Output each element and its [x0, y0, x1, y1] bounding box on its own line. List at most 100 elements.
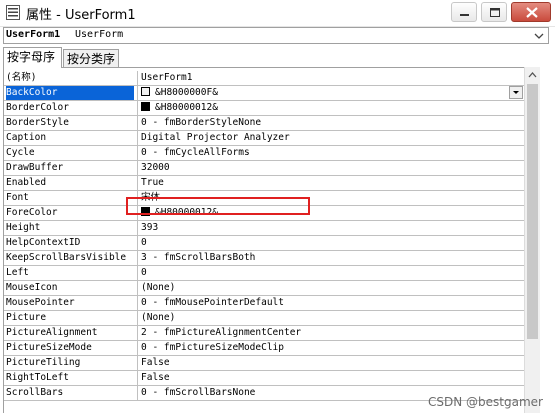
property-value-text: (None): [141, 312, 176, 323]
chevron-down-icon[interactable]: [532, 29, 546, 42]
property-value[interactable]: &H80000012&: [137, 101, 525, 115]
property-value[interactable]: 0: [137, 266, 525, 280]
property-name: Height: [6, 222, 41, 233]
property-value-text: UserForm1: [141, 72, 193, 83]
property-name: ScrollBars: [6, 387, 64, 398]
property-value-text: 宋体: [141, 192, 161, 203]
property-value-text: 0 - fmScrollBarsNone: [141, 387, 256, 398]
property-value[interactable]: 3 - fmScrollBarsBoth: [137, 251, 525, 265]
property-name: Font: [6, 192, 29, 203]
property-row[interactable]: Font 宋体: [4, 191, 525, 206]
property-value-text: 393: [141, 222, 159, 233]
property-row[interactable]: RightToLeft False: [4, 371, 525, 386]
property-row[interactable]: PictureTiling False: [4, 356, 525, 371]
property-name: MousePointer: [6, 297, 75, 308]
property-name: ForeColor: [6, 207, 58, 218]
title-bar: 属性 - UserForm1: [0, 0, 555, 27]
property-row[interactable]: ForeColor &H80000012&: [4, 206, 525, 221]
tab-alphabetic[interactable]: 按字母序: [3, 47, 62, 68]
property-value[interactable]: 0 - fmPictureSizeModeClip: [137, 341, 525, 355]
property-value[interactable]: Digital Projector Analyzer: [137, 131, 525, 145]
property-row[interactable]: BorderColor &H80000012&: [4, 101, 525, 116]
property-name: Picture: [6, 312, 47, 323]
property-row[interactable]: KeepScrollBarsVisible 3 - fmScrollBarsBot…: [4, 251, 525, 266]
property-name: KeepScrollBarsVisible: [6, 252, 127, 263]
color-swatch: [141, 207, 150, 216]
property-value-text: &H80000012&: [155, 207, 218, 218]
property-name: HelpContextID: [6, 237, 81, 248]
scroll-up-arrow-icon[interactable]: [525, 67, 540, 83]
property-value[interactable]: (None): [137, 281, 525, 295]
property-name: MouseIcon: [6, 282, 58, 293]
property-value[interactable]: UserForm1: [137, 71, 525, 85]
property-value-text: &H8000000F&: [155, 87, 218, 98]
minimize-button[interactable]: [451, 2, 477, 22]
property-name: PictureTiling: [6, 357, 81, 368]
property-name: DrawBuffer: [6, 162, 64, 173]
property-value[interactable]: 0 - fmBorderStyleNone: [137, 116, 525, 130]
property-row[interactable]: PictureSizeMode 0 - fmPictureSizeModeClip: [4, 341, 525, 356]
scrollbar-thumb[interactable]: [527, 84, 538, 339]
vertical-scrollbar[interactable]: [524, 67, 540, 413]
property-row[interactable]: PictureAlignment 2 - fmPictureAlignmentCe…: [4, 326, 525, 341]
property-value[interactable]: 2 - fmPictureAlignmentCenter: [137, 326, 525, 340]
value-dropdown-button[interactable]: [509, 86, 523, 99]
property-name: RightToLeft: [6, 372, 69, 383]
property-value[interactable]: (None): [137, 311, 525, 325]
property-row[interactable]: Enabled True: [4, 176, 525, 191]
property-row[interactable]: Caption Digital Projector Analyzer: [4, 131, 525, 146]
property-value-text: 2 - fmPictureAlignmentCenter: [141, 327, 302, 338]
property-row[interactable]: MouseIcon (None): [4, 281, 525, 296]
property-row[interactable]: Picture (None): [4, 311, 525, 326]
property-value-text: False: [141, 357, 170, 368]
maximize-button[interactable]: [481, 2, 507, 22]
property-value[interactable]: True: [137, 176, 525, 190]
minimize-icon: [460, 14, 469, 16]
object-selector[interactable]: UserForm1 UserForm: [3, 27, 549, 44]
close-button[interactable]: [511, 2, 551, 22]
property-row[interactable]: Cycle 0 - fmCycleAllForms: [4, 146, 525, 161]
watermark: CSDN @bestgamer: [428, 395, 543, 409]
object-type: UserForm: [75, 29, 124, 40]
color-swatch: [141, 102, 150, 111]
property-row[interactable]: HelpContextID 0: [4, 236, 525, 251]
tab-categorized[interactable]: 按分类序: [63, 49, 119, 68]
property-row[interactable]: BackColor &H8000000F&: [4, 86, 525, 101]
property-row[interactable]: BorderStyle 0 - fmBorderStyleNone: [4, 116, 525, 131]
property-value[interactable]: 0: [137, 236, 525, 250]
property-value-text: &H80000012&: [155, 102, 218, 113]
property-value-text: (None): [141, 282, 176, 293]
maximize-icon: [490, 8, 500, 17]
property-row[interactable]: Height 393: [4, 221, 525, 236]
property-name: Left: [6, 267, 29, 278]
property-value-text: 0: [141, 237, 147, 248]
object-name: UserForm1: [6, 29, 61, 40]
property-row[interactable]: Left 0: [4, 266, 525, 281]
property-value[interactable]: False: [137, 371, 525, 385]
property-value-text: 3 - fmScrollBarsBoth: [141, 252, 256, 263]
property-name: Enabled: [6, 177, 47, 188]
property-name: Caption: [6, 132, 47, 143]
property-row[interactable]: (名称) UserForm1: [4, 71, 525, 86]
property-row[interactable]: MousePointer 0 - fmMousePointerDefault: [4, 296, 525, 311]
property-name: BorderStyle: [6, 117, 69, 128]
property-value[interactable]: 0 - fmMousePointerDefault: [137, 296, 525, 310]
property-name: (名称): [6, 72, 37, 83]
property-name: BorderColor: [6, 102, 69, 113]
property-value[interactable]: &H8000000F&: [137, 86, 525, 100]
property-grid: (名称) UserForm1 BackColor &H8000000F& BorderC…: [3, 67, 539, 413]
color-swatch: [141, 87, 150, 96]
property-row[interactable]: DrawBuffer 32000: [4, 161, 525, 176]
property-value-text: 0 - fmMousePointerDefault: [141, 297, 284, 308]
property-value-text: True: [141, 177, 164, 188]
property-value[interactable]: &H80000012&: [137, 206, 525, 220]
property-value-text: 0 - fmPictureSizeModeClip: [141, 342, 284, 353]
window-title: 属性 - UserForm1: [26, 8, 136, 23]
property-value-text: False: [141, 372, 170, 383]
property-value[interactable]: False: [137, 356, 525, 370]
property-value[interactable]: 宋体: [137, 191, 525, 205]
property-value[interactable]: 0 - fmCycleAllForms: [137, 146, 525, 160]
property-value[interactable]: 32000: [137, 161, 525, 175]
property-value[interactable]: 393: [137, 221, 525, 235]
property-value-text: Digital Projector Analyzer: [141, 132, 290, 143]
